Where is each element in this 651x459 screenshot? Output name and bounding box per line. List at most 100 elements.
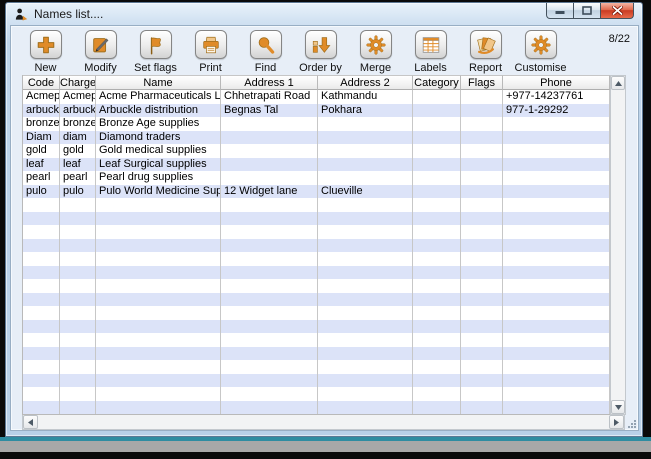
column-header-code[interactable]: Code	[23, 75, 60, 90]
table-row[interactable]	[23, 211, 610, 225]
table-cell	[23, 225, 60, 239]
table-row[interactable]	[23, 225, 610, 239]
table-cell	[461, 157, 503, 171]
table-cell	[221, 387, 318, 401]
table-cell	[221, 265, 318, 279]
table-cell	[461, 387, 503, 401]
table-cell	[221, 373, 318, 387]
maximize-button[interactable]	[573, 3, 601, 19]
toolbar-button-find[interactable]: Find	[238, 30, 293, 74]
column-header-address-1[interactable]: Address 1	[221, 75, 318, 90]
table-row[interactable]	[23, 400, 610, 414]
table-cell	[221, 211, 318, 225]
table-row[interactable]	[23, 252, 610, 266]
table-cell	[96, 373, 221, 387]
table-row[interactable]: gold gold Gold medical supplies	[23, 144, 610, 158]
column-header-address-2[interactable]: Address 2	[318, 75, 413, 90]
column-header-flags[interactable]: Flags	[461, 75, 503, 90]
table-cell	[503, 225, 610, 239]
toolbar-button-print[interactable]: Print	[183, 30, 238, 74]
table-row[interactable]: leaf leaf Leaf Surgical supplies	[23, 157, 610, 171]
gear-icon	[524, 30, 557, 59]
table-cell	[461, 360, 503, 374]
toolbar-button-order-by[interactable]: Order by	[293, 30, 348, 74]
table-cell: Kathmandu	[318, 90, 413, 104]
table-cell	[503, 252, 610, 266]
table-cell	[413, 184, 461, 198]
table-row[interactable]	[23, 265, 610, 279]
table-cell: leaf	[60, 157, 96, 171]
table-icon	[414, 30, 447, 59]
column-header-category[interactable]: Category	[413, 75, 461, 90]
close-button[interactable]	[600, 3, 634, 19]
toolbar-button-labels[interactable]: Labels	[403, 30, 458, 74]
table-cell	[221, 400, 318, 414]
resize-grip-icon[interactable]	[626, 418, 637, 429]
table-row[interactable]	[23, 373, 610, 387]
table-row[interactable]	[23, 346, 610, 360]
toolbar-button-label: Customise	[514, 62, 567, 74]
table-row[interactable]	[23, 360, 610, 374]
table-cell	[23, 252, 60, 266]
search-icon	[249, 30, 282, 59]
scroll-right-button[interactable]	[609, 415, 624, 429]
table-cell: Acme Pharmaceuticals Ltd	[96, 90, 221, 104]
sort-icon	[304, 30, 337, 59]
table-row[interactable]	[23, 387, 610, 401]
table-row[interactable]	[23, 279, 610, 293]
toolbar-button-modify[interactable]: Modify	[73, 30, 128, 74]
table-cell	[318, 319, 413, 333]
table-cell	[503, 144, 610, 158]
table-row[interactable]: Diam diam Diamond traders	[23, 130, 610, 144]
table-cell	[318, 238, 413, 252]
table-cell	[503, 373, 610, 387]
toolbar-button-label: Labels	[414, 62, 447, 74]
table-cell	[413, 373, 461, 387]
table-cell	[413, 252, 461, 266]
table-row[interactable]: Acmep Acmep Acme Pharmaceuticals Ltd Chhetr…	[23, 90, 610, 104]
table-row[interactable]: pulopuloPulo World Medicine Suppliers12 …	[23, 184, 610, 198]
scroll-left-button[interactable]	[23, 415, 38, 429]
toolbar-button-merge[interactable]: Merge	[348, 30, 403, 74]
table-cell: Acmep	[23, 90, 60, 104]
table-row[interactable]	[23, 319, 610, 333]
column-header-phone[interactable]: Phone	[503, 75, 610, 90]
column-header-charge[interactable]: Charge...	[60, 75, 96, 90]
horizontal-scroll-track[interactable]	[38, 415, 609, 429]
table-row[interactable]: bronze bronze Bronze Age supplies	[23, 117, 610, 131]
table-row[interactable]: arbuck arbuck Arbuckle distribution Begnas …	[23, 103, 610, 117]
toolbar-button-customise[interactable]: Customise	[513, 30, 568, 74]
toolbar-button-label: Order by	[299, 62, 342, 74]
table-cell: gold	[23, 144, 60, 158]
table-cell	[318, 373, 413, 387]
minimize-button[interactable]	[546, 3, 574, 19]
table-cell	[60, 198, 96, 212]
toolbar-button-set-flags[interactable]: Set flags	[128, 30, 183, 74]
scroll-down-button[interactable]	[611, 400, 625, 414]
table-cell	[318, 130, 413, 144]
table-row[interactable]: pearl pearl Pearl drug supplies	[23, 171, 610, 185]
scroll-up-button[interactable]	[611, 76, 625, 90]
table-cell	[503, 130, 610, 144]
flag-icon	[139, 30, 172, 59]
table-cell	[461, 346, 503, 360]
titlebar[interactable]: Names list....	[6, 3, 642, 25]
horizontal-scrollbar[interactable]	[22, 415, 625, 430]
table-cell: Diam	[23, 130, 60, 144]
table-cell	[461, 103, 503, 117]
table-row[interactable]	[23, 198, 610, 212]
table-row[interactable]	[23, 306, 610, 320]
vertical-scroll-track[interactable]	[611, 90, 625, 400]
table-cell	[60, 400, 96, 414]
column-header-name[interactable]: Name	[96, 75, 221, 90]
table-cell	[461, 184, 503, 198]
table-row[interactable]	[23, 292, 610, 306]
vertical-scrollbar[interactable]	[610, 75, 626, 415]
toolbar-button-report[interactable]: Report	[458, 30, 513, 74]
table-cell	[318, 387, 413, 401]
table-row[interactable]	[23, 238, 610, 252]
table-cell: leaf	[23, 157, 60, 171]
toolbar-button-new[interactable]: New	[18, 30, 73, 74]
table-row[interactable]	[23, 333, 610, 347]
table-cell: Pulo World Medicine Suppliers	[96, 184, 221, 198]
